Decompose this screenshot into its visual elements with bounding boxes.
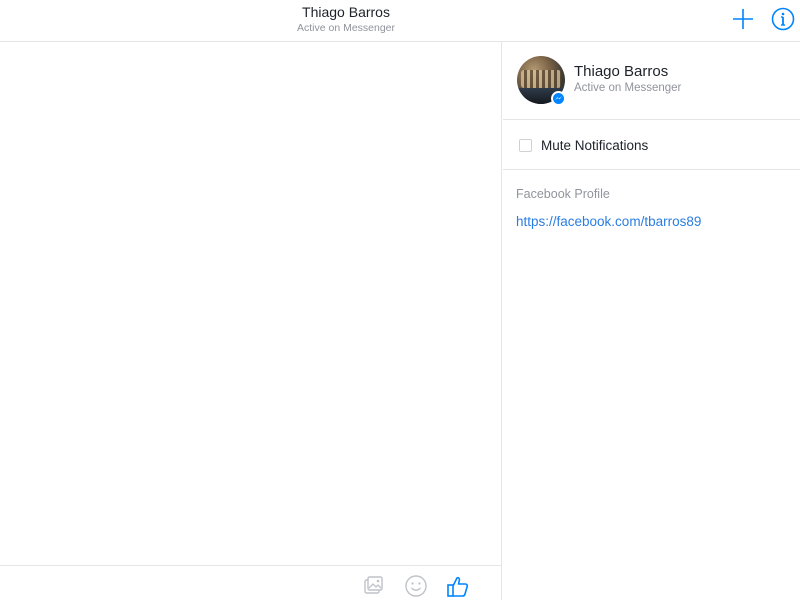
- header-contact-name[interactable]: Thiago Barros: [246, 4, 446, 20]
- profile-summary: Thiago Barros Active on Messenger: [503, 42, 800, 120]
- emoji-icon: [405, 575, 427, 597]
- conversation-info-button[interactable]: [770, 6, 796, 32]
- emoji-button[interactable]: [403, 573, 429, 599]
- thumbs-up-icon: [447, 576, 469, 597]
- new-message-button[interactable]: [730, 6, 756, 32]
- messenger-badge-icon: [551, 91, 566, 106]
- header-contact-status: Active on Messenger: [296, 22, 396, 34]
- conversation-header: Thiago Barros Active on Messenger: [0, 0, 800, 42]
- avatar-photo-detail: [521, 70, 561, 88]
- plus-icon: [733, 9, 753, 29]
- mute-notifications-row[interactable]: Mute Notifications: [503, 120, 800, 170]
- profile-status: Active on Messenger: [574, 82, 682, 94]
- facebook-profile-link[interactable]: https://facebook.com/tbarros89: [516, 214, 701, 229]
- mute-notifications-checkbox[interactable]: [519, 139, 532, 152]
- composer-bar: [0, 565, 502, 600]
- header-title-block: Thiago Barros Active on Messenger: [246, 4, 446, 35]
- message-thread[interactable]: [0, 42, 502, 600]
- conversation-info-panel: Thiago Barros Active on Messenger Mute N…: [503, 42, 800, 600]
- facebook-profile-label: Facebook Profile: [516, 187, 610, 201]
- photo-icon: [364, 576, 383, 594]
- profile-name[interactable]: Thiago Barros: [574, 63, 668, 80]
- mute-notifications-label[interactable]: Mute Notifications: [541, 138, 648, 153]
- send-like-button[interactable]: [445, 573, 471, 599]
- info-icon: [771, 7, 795, 31]
- add-photo-button[interactable]: [360, 573, 386, 599]
